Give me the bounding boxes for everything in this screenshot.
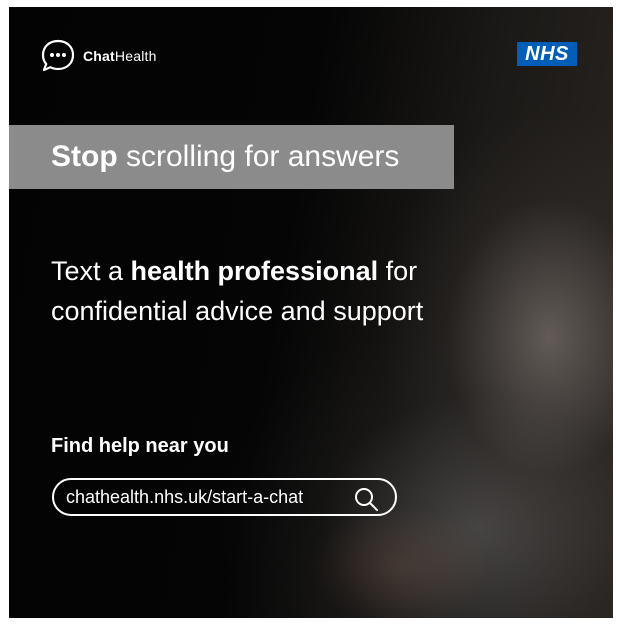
nhs-logo: NHS [517,42,577,66]
search-icon [355,488,378,511]
url-text: chathealth.nhs.uk/start-a-chat [66,486,304,507]
advert-panel: ChatHealth NHS Stop scrolling for answer… [9,7,613,618]
headline: Stop scrolling for answers [51,140,400,173]
body-copy: Text a health professional for confident… [51,256,424,326]
chathealth-logo: ChatHealth [40,39,157,73]
brand-name: ChatHealth [83,48,157,64]
cta-heading: Find help near you [51,435,229,457]
chat-bubble-icon [41,39,75,72]
start-chat-link[interactable]: chathealth.nhs.uk/start-a-chat [52,478,397,516]
headline-banner: Stop scrolling for answers [9,125,454,189]
